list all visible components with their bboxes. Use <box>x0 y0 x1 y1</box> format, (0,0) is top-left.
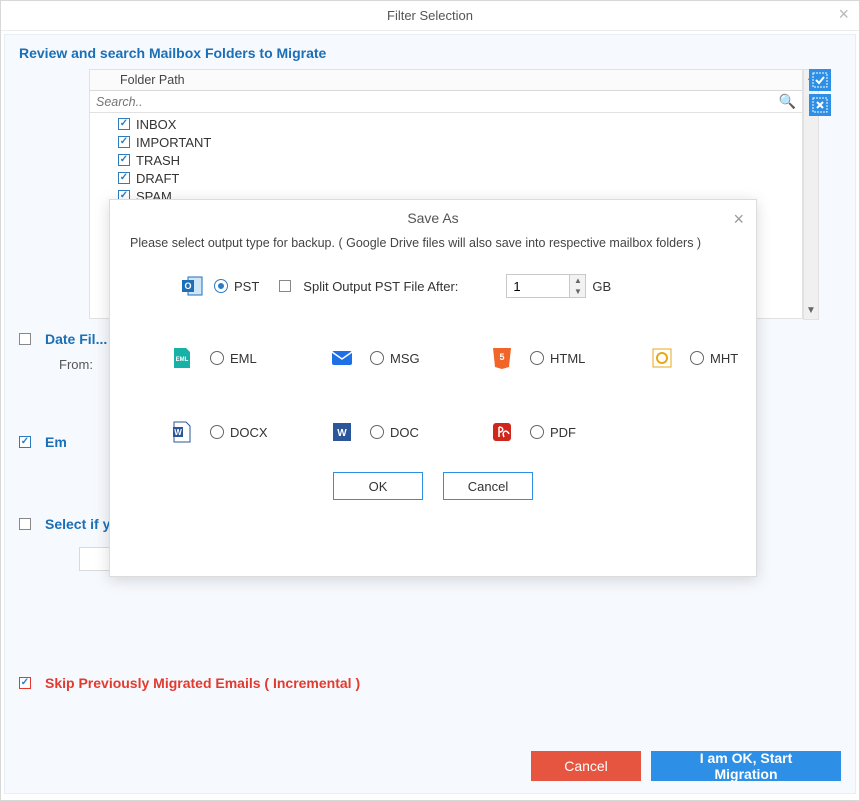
svg-text:O: O <box>184 281 191 291</box>
modal-ok-button[interactable]: OK <box>333 472 423 500</box>
search-icon[interactable]: 🔍 <box>779 93 796 110</box>
uncheck-all-icon <box>812 97 828 113</box>
deselect-all-button[interactable] <box>809 94 831 116</box>
column-header-folder-path: Folder Path <box>120 73 185 87</box>
pst-radio[interactable] <box>214 279 228 293</box>
skip-row: Skip Previously Migrated Emails ( Increm… <box>19 675 360 691</box>
heading: Review and search Mailbox Folders to Mig… <box>19 45 841 61</box>
search-row: 🔍 <box>89 91 803 113</box>
checkbox-important[interactable] <box>118 136 130 148</box>
msg-label: MSG <box>390 351 420 366</box>
mht-radio[interactable] <box>690 351 704 365</box>
docx-option[interactable]: DOCX <box>210 425 330 440</box>
modal-titlebar: Save As × <box>110 200 756 230</box>
modal-title: Save As <box>407 210 458 226</box>
scroll-down-icon[interactable]: ▼ <box>804 303 818 319</box>
mht-option[interactable]: MHT <box>690 351 810 366</box>
search-input[interactable] <box>94 94 779 110</box>
checkbox-inbox[interactable] <box>118 118 130 130</box>
eml-option[interactable]: EML <box>210 351 330 366</box>
eml-label: EML <box>230 351 257 366</box>
grid-header[interactable]: Folder Path <box>89 69 803 91</box>
titlebar: Filter Selection × <box>1 1 859 31</box>
folder-label: IMPORTANT <box>136 135 211 150</box>
skip-checkbox[interactable] <box>19 677 31 689</box>
docx-icon: W <box>170 420 194 444</box>
split-size-wrap: ▲ ▼ GB <box>506 274 611 298</box>
html-radio[interactable] <box>530 351 544 365</box>
svg-text:EML: EML <box>176 357 189 363</box>
email-filter-checkbox[interactable] <box>19 436 31 448</box>
folder-item[interactable]: INBOX <box>94 115 802 133</box>
skip-label: Skip Previously Migrated Emails ( Increm… <box>45 675 360 691</box>
email-filter-label: Em <box>45 434 67 450</box>
spin-down-icon[interactable]: ▼ <box>570 286 585 297</box>
html-label: HTML <box>550 351 585 366</box>
pdf-icon <box>490 420 514 444</box>
docx-radio[interactable] <box>210 425 224 439</box>
eml-icon: EML <box>170 346 194 370</box>
folder-item[interactable]: IMPORTANT <box>94 133 802 151</box>
split-label: Split Output PST File After: <box>303 279 458 294</box>
pdf-radio[interactable] <box>530 425 544 439</box>
html-option[interactable]: HTML <box>530 351 650 366</box>
select-if-label: Select if yo <box>45 516 119 532</box>
check-all-icon <box>812 72 828 88</box>
split-checkbox[interactable] <box>279 280 291 292</box>
mht-icon <box>650 346 674 370</box>
pst-label: PST <box>234 279 259 294</box>
svg-text:W: W <box>337 428 347 439</box>
filter-selection-window: Filter Selection × Review and search Mai… <box>0 0 860 801</box>
spin-up-icon[interactable]: ▲ <box>570 275 585 286</box>
select-if-checkbox[interactable] <box>19 518 31 530</box>
date-filter-label: Date Fil... <box>45 331 107 347</box>
eml-radio[interactable] <box>210 351 224 365</box>
folder-label: TRASH <box>136 153 180 168</box>
msg-option[interactable]: MSG <box>370 351 490 366</box>
pst-option[interactable]: PST <box>214 279 259 294</box>
modal-cancel-button[interactable]: Cancel <box>443 472 533 500</box>
doc-icon: W <box>330 420 354 444</box>
doc-option[interactable]: DOC <box>370 425 490 440</box>
outlook-icon: O <box>180 274 204 298</box>
doc-label: DOC <box>390 425 419 440</box>
folder-item[interactable]: TRASH <box>94 151 802 169</box>
split-size-spinner[interactable]: ▲ ▼ <box>506 274 586 298</box>
side-tools <box>809 69 829 116</box>
start-migration-button[interactable]: I am OK, Start Migration <box>651 751 841 781</box>
window-title: Filter Selection <box>387 8 473 23</box>
msg-radio[interactable] <box>370 351 384 365</box>
doc-radio[interactable] <box>370 425 384 439</box>
checkbox-draft[interactable] <box>118 172 130 184</box>
save-as-dialog: Save As × Please select output type for … <box>109 199 757 577</box>
select-all-button[interactable] <box>809 69 831 91</box>
pdf-option[interactable]: PDF <box>530 425 650 440</box>
folder-item[interactable]: DRAFT <box>94 169 802 187</box>
formats-grid: EML EML MSG 5 HTML MHT W <box>170 346 736 444</box>
svg-text:W: W <box>174 428 182 437</box>
modal-close-icon[interactable]: × <box>733 210 744 228</box>
gb-label: GB <box>592 279 611 294</box>
docx-label: DOCX <box>230 425 268 440</box>
date-filter-checkbox[interactable] <box>19 333 31 345</box>
pst-row: O PST Split Output PST File After: ▲ ▼ <box>180 274 736 298</box>
folder-label: INBOX <box>136 117 176 132</box>
cancel-button[interactable]: Cancel <box>531 751 641 781</box>
split-size-input[interactable] <box>507 279 569 294</box>
html-icon: 5 <box>490 346 514 370</box>
msg-icon <box>330 346 354 370</box>
folder-label: DRAFT <box>136 171 179 186</box>
checkbox-trash[interactable] <box>118 154 130 166</box>
pdf-label: PDF <box>550 425 576 440</box>
svg-text:5: 5 <box>499 352 504 362</box>
close-icon[interactable]: × <box>838 5 849 23</box>
modal-body: Please select output type for backup. ( … <box>110 230 756 500</box>
split-option[interactable]: Split Output PST File After: <box>279 279 458 294</box>
mht-label: MHT <box>710 351 738 366</box>
modal-hint: Please select output type for backup. ( … <box>130 236 736 250</box>
modal-buttons: OK Cancel <box>130 472 736 500</box>
bottom-bar: Cancel I am OK, Start Migration <box>531 751 841 781</box>
